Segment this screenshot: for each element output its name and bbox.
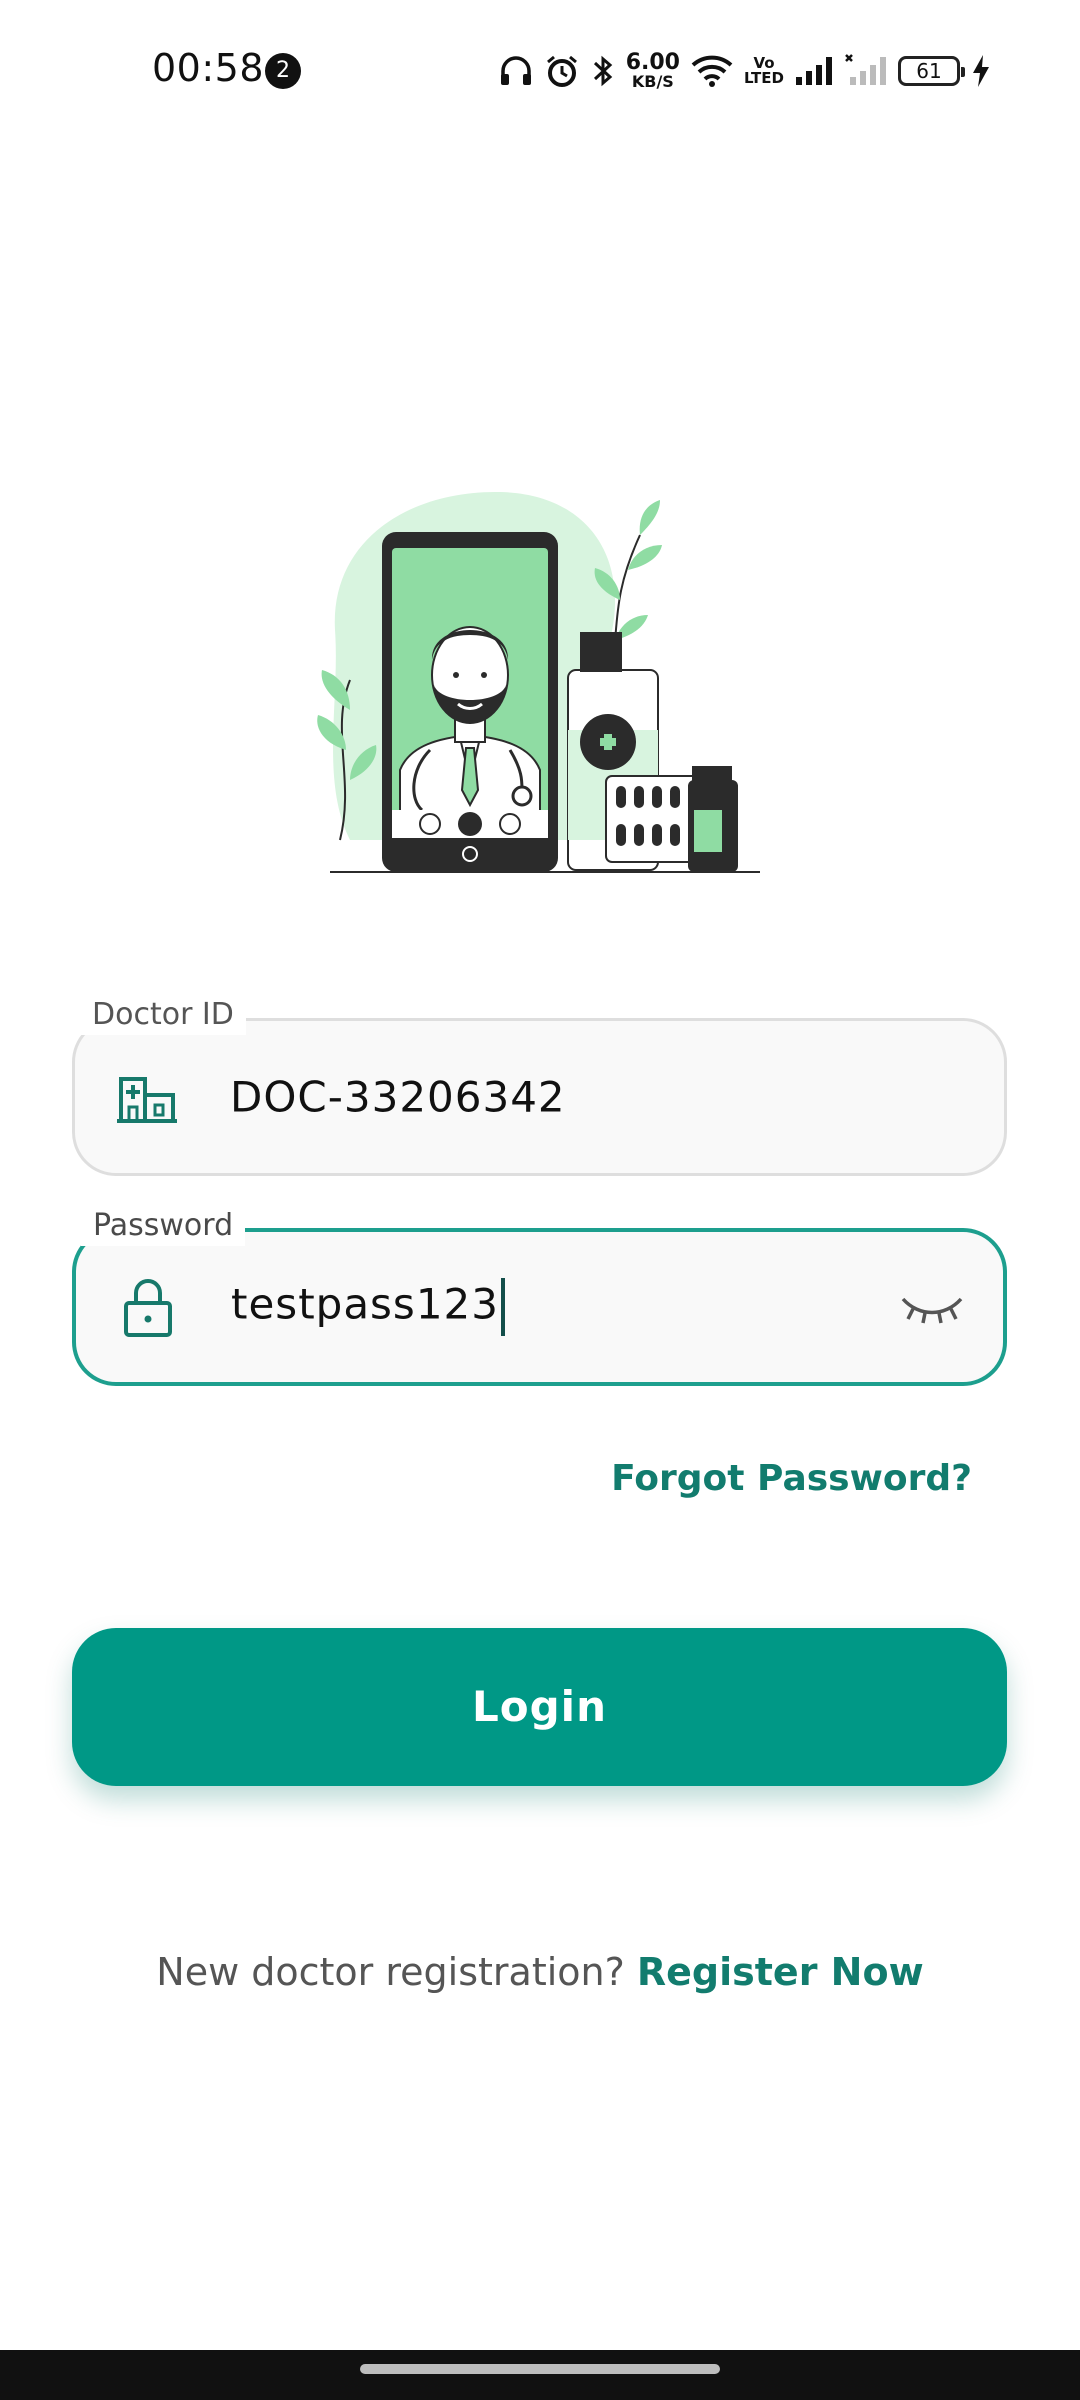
register-prompt-text: New doctor registration? <box>156 1950 625 1994</box>
hospital-icon <box>117 1077 177 1123</box>
network-speed-value: 6.00 <box>625 50 680 75</box>
password-label: Password <box>81 1206 246 1246</box>
status-bar: 00:58 2 6.00 KB/S Vo LTED 61 <box>0 0 1080 140</box>
doctor-id-label: Doctor ID <box>80 995 246 1035</box>
doctor-video-call-illustration <box>317 491 760 873</box>
login-button[interactable]: Login <box>72 1628 1007 1786</box>
register-prompt: New doctor registration? Register Now <box>0 1950 1080 1994</box>
bluetooth-icon <box>593 55 612 87</box>
charging-icon <box>973 55 989 87</box>
password-value: testpass123 <box>231 1279 499 1329</box>
navigation-bar <box>0 2350 1080 2400</box>
status-time: 00:58 <box>152 46 265 90</box>
eye-closed-icon[interactable] <box>899 1287 965 1327</box>
notification-count-badge: 2 <box>265 53 301 89</box>
forgot-password-link[interactable]: Forgot Password? <box>611 1458 972 1499</box>
text-caret <box>500 1278 505 1336</box>
headphones-icon <box>500 56 531 85</box>
wifi-icon <box>691 55 733 87</box>
network-speed: 6.00 KB/S <box>626 52 680 90</box>
alarm-icon <box>546 55 577 87</box>
gesture-handle[interactable] <box>360 2364 720 2374</box>
doctor-id-field[interactable]: Doctor ID DOC-33206342 <box>72 995 1007 1176</box>
status-icons: 6.00 KB/S Vo LTED 61 <box>498 46 992 96</box>
signal-icon <box>796 57 832 85</box>
password-field[interactable]: Password testpass123 <box>72 1206 1007 1386</box>
register-now-link[interactable]: Register Now <box>637 1950 924 1994</box>
volte-indicator: Vo LTED <box>744 56 784 86</box>
doctor-id-input[interactable]: DOC-33206342 <box>230 1073 566 1122</box>
volte-bottom: LTED <box>743 69 784 87</box>
lock-icon <box>124 1279 172 1337</box>
signal-no-service-icon <box>845 54 886 85</box>
network-speed-unit: KB/S <box>631 72 674 91</box>
password-input[interactable]: testpass123 <box>231 1278 505 1336</box>
battery-indicator: 61 <box>898 56 965 86</box>
